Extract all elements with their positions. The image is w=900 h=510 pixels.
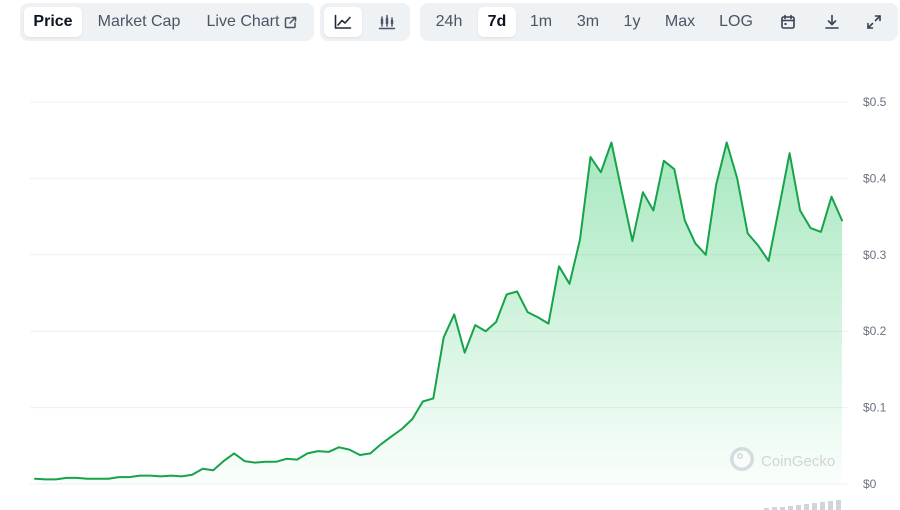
range-3m[interactable]: 3m	[568, 7, 608, 37]
coingecko-logo-icon	[729, 446, 755, 477]
y-tick-label: $0.1	[863, 401, 887, 415]
price-area-fill	[35, 142, 842, 484]
range-group: 24h 7d 1m 3m 1y Max LOG	[420, 3, 898, 41]
volume-bar	[820, 502, 825, 510]
line-chart-icon	[334, 14, 352, 30]
y-tick-label: $0.4	[863, 171, 887, 185]
expand-icon	[866, 14, 882, 30]
y-tick-label: $0	[863, 477, 877, 491]
volume-bar	[836, 500, 841, 510]
calendar-icon	[780, 14, 796, 30]
log-scale-toggle[interactable]: LOG	[712, 7, 760, 37]
range-7d-label: 7d	[487, 13, 507, 30]
tab-price[interactable]: Price	[24, 7, 82, 37]
candlestick-chart-icon	[378, 14, 396, 30]
tab-price-label: Price	[33, 13, 73, 30]
range-1y-label: 1y	[623, 13, 641, 30]
range-7d[interactable]: 7d	[478, 7, 516, 37]
candlestick-chart-button[interactable]	[368, 7, 406, 37]
price-chart-svg: $0 $0.1 $0.2 $0.3 $0.4 $0.5	[30, 95, 887, 510]
tab-live-chart[interactable]: Live Chart	[198, 7, 306, 37]
volume-bar	[804, 504, 809, 510]
y-tick-label: $0.5	[863, 95, 887, 109]
range-max-label: Max	[664, 13, 696, 30]
range-24h[interactable]: 24h	[426, 7, 472, 37]
chart-toolbar: Price Market Cap Live Chart 24h 7d 1m 3m…	[0, 0, 900, 44]
download-button[interactable]	[814, 7, 850, 37]
range-1m[interactable]: 1m	[522, 7, 560, 37]
range-max[interactable]: Max	[658, 7, 702, 37]
range-24h-label: 24h	[435, 13, 463, 30]
y-tick-label: $0.3	[863, 248, 887, 262]
view-tab-group: Price Market Cap Live Chart	[20, 3, 314, 41]
volume-bars-preview	[764, 500, 841, 510]
range-1m-label: 1m	[529, 13, 553, 30]
volume-bar	[788, 506, 793, 510]
watermark-text: CoinGecko	[761, 453, 836, 470]
coingecko-watermark: CoinGecko	[729, 446, 835, 477]
range-1y[interactable]: 1y	[614, 7, 650, 37]
tab-live-chart-label: Live Chart	[206, 13, 280, 30]
volume-bar	[828, 501, 833, 510]
tab-market-cap-label: Market Cap	[97, 13, 181, 30]
range-3m-label: 3m	[576, 13, 600, 30]
chart-type-group	[320, 3, 410, 41]
line-chart-button[interactable]	[324, 7, 362, 37]
y-tick-label: $0.2	[863, 324, 887, 338]
calendar-button[interactable]	[770, 7, 806, 37]
external-link-icon	[284, 16, 297, 29]
download-icon	[824, 14, 840, 30]
log-scale-label: LOG	[719, 13, 753, 30]
volume-bar	[812, 503, 817, 510]
price-chart[interactable]: $0 $0.1 $0.2 $0.3 $0.4 $0.5 CoinGecko	[0, 44, 900, 510]
tab-market-cap[interactable]: Market Cap	[90, 7, 188, 37]
volume-bar	[796, 505, 801, 510]
y-axis: $0 $0.1 $0.2 $0.3 $0.4 $0.5	[863, 95, 887, 491]
expand-button[interactable]	[856, 7, 892, 37]
